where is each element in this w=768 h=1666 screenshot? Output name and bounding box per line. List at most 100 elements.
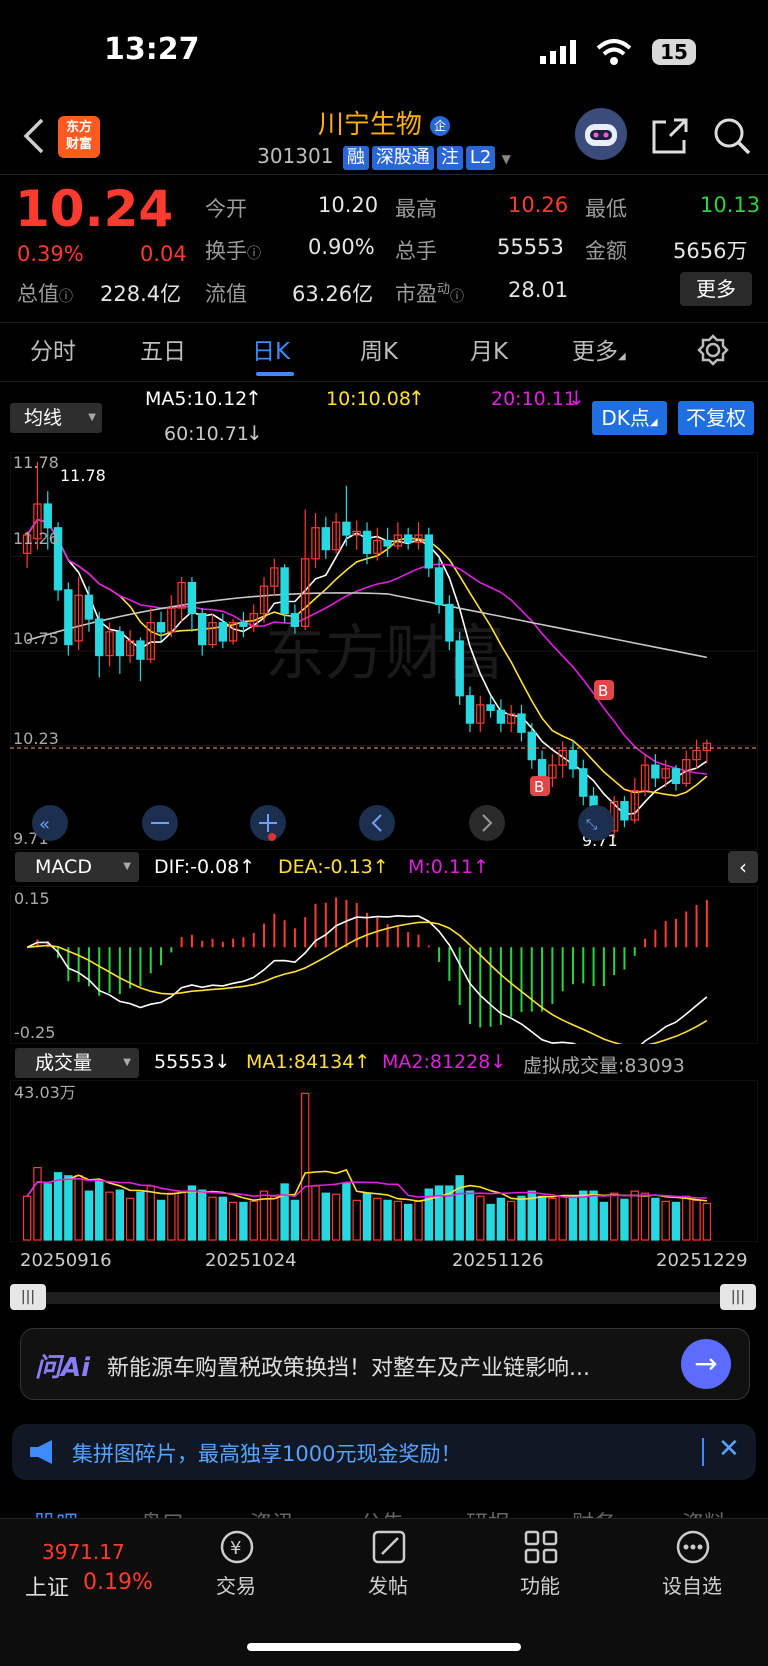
macd-select[interactable]: MACD ▼ — [15, 852, 139, 882]
range-slider-track[interactable] — [24, 1292, 736, 1304]
tab-monthly-k[interactable]: 月K — [470, 332, 508, 366]
b-marker[interactable]: B — [530, 776, 550, 796]
post-icon[interactable] — [370, 1528, 408, 1570]
more-dots-icon[interactable] — [674, 1528, 712, 1570]
nav-post[interactable]: 发帖 — [338, 1570, 438, 1599]
kline-chart[interactable]: 东方财富 11.78 11.26 10.75 10.23 9.71 11.78 … — [10, 452, 758, 850]
fast-back-icon[interactable]: « — [32, 805, 68, 841]
assistant-avatar[interactable] — [575, 108, 627, 160]
tab-weekly-k[interactable]: 周K — [360, 332, 398, 366]
tab-more[interactable]: 更多◢ — [572, 332, 626, 366]
functions-icon[interactable] — [522, 1528, 560, 1570]
volume-bar — [84, 1190, 94, 1241]
dropdown-arrow-icon: ▼ — [123, 861, 131, 872]
status-time: 13:27 — [104, 32, 200, 67]
dk-point-button[interactable]: DK点◢ — [592, 401, 667, 435]
volume-bar — [43, 1183, 52, 1241]
float-value: 63.26亿 — [292, 282, 374, 306]
volume-bar — [342, 1182, 351, 1241]
volume-bar — [187, 1185, 197, 1241]
turnover-label: 换手ⓘ — [205, 239, 261, 263]
change-percent: 0.39% — [17, 242, 84, 266]
ma-select[interactable]: 均线 ▼ — [10, 403, 102, 433]
nav-trade[interactable]: 交易 — [186, 1570, 286, 1599]
scroll-right-icon[interactable] — [469, 805, 505, 841]
low-value: 10.13 — [700, 193, 761, 217]
arrow-up-icon: ↑ — [408, 386, 425, 410]
date-label: 20251126 — [452, 1250, 544, 1271]
settings-icon[interactable] — [697, 334, 729, 370]
stock-code: 301301 — [257, 144, 334, 168]
candle-body — [671, 768, 681, 784]
signal-icon — [540, 40, 582, 68]
info-icon: ⓘ — [247, 246, 261, 262]
promo-divider — [702, 1438, 704, 1466]
candle-body — [517, 713, 526, 733]
tag-connect: 深股通 — [371, 146, 434, 170]
tab-daily-k[interactable]: 日K — [252, 332, 290, 366]
macd-chart[interactable]: 0.15 -0.25 — [10, 886, 758, 1044]
home-indicator — [247, 1643, 521, 1651]
search-icon[interactable] — [712, 116, 752, 160]
svg-text:¥: ¥ — [230, 1538, 241, 1559]
range-slider-right-handle[interactable]: ||| — [720, 1284, 756, 1310]
volume-bar — [321, 1192, 331, 1241]
arrow-right-icon[interactable]: → — [681, 1339, 731, 1389]
index-name[interactable]: 上证 — [25, 1570, 69, 1602]
candle-body — [434, 567, 444, 606]
low-label: 最低 — [585, 197, 627, 221]
collapse-icon[interactable]: ‹ — [728, 851, 758, 883]
candle-body — [651, 764, 660, 779]
tag-margin: 融 — [342, 146, 369, 170]
index-value[interactable]: 3971.17 — [42, 1540, 125, 1564]
volume-bar — [465, 1190, 475, 1241]
nav-add-watchlist[interactable]: 设自选 — [642, 1570, 742, 1599]
volume-max-label: 43.03万 — [14, 1083, 76, 1102]
amount-value: 5656万 — [673, 239, 748, 263]
ma5-legend: MA5:10.12 — [145, 388, 248, 410]
change-value: 0.04 — [140, 242, 187, 266]
nav-functions[interactable]: 功能 — [490, 1570, 590, 1599]
volume-bar — [156, 1199, 166, 1241]
candle-body — [486, 704, 495, 711]
corner-arrow-icon: ◢ — [618, 351, 626, 362]
no-adjust-button[interactable]: 不复权 — [678, 401, 754, 435]
tab-intraday[interactable]: 分时 — [30, 332, 76, 366]
close-icon[interactable]: ✕ — [718, 1434, 740, 1464]
candle-body — [403, 534, 413, 543]
candle-body — [383, 539, 392, 547]
volume-chart[interactable]: 43.03万 — [10, 1080, 758, 1242]
ai-banner[interactable]: 问Ai 新能源车购置税政策换挡！对整车及产业链影响... → — [20, 1328, 750, 1400]
candle-body — [218, 622, 228, 642]
ai-brand: 问Ai — [35, 1353, 91, 1383]
current-price: 10.24 — [15, 180, 174, 238]
date-label: 20251024 — [205, 1250, 297, 1271]
volume-bar — [486, 1203, 495, 1241]
tab-active-indicator — [256, 372, 294, 376]
battery-icon: 15 — [652, 39, 696, 65]
volume-bar — [568, 1195, 578, 1241]
zoom-in-icon[interactable] — [250, 805, 286, 841]
float-label: 流值 — [205, 282, 247, 306]
more-button[interactable]: 更多 — [680, 272, 752, 306]
volume-select[interactable]: 成交量 ▼ — [15, 1048, 139, 1078]
candle-body — [342, 521, 351, 536]
volume-virtual: 虚拟成交量:83093 — [523, 1055, 685, 1077]
volume-bar — [64, 1175, 73, 1241]
promo-banner[interactable]: 集拼图碎片，最高独享1000元现金奖励！ ✕ — [12, 1424, 756, 1480]
date-label: 20251229 — [656, 1250, 748, 1271]
volume-bar — [115, 1189, 125, 1241]
b-marker[interactable]: B — [594, 680, 614, 700]
scroll-left-icon[interactable] — [359, 805, 395, 841]
share-icon[interactable] — [650, 116, 690, 160]
candle-body — [187, 581, 197, 615]
zoom-out-icon[interactable] — [142, 805, 178, 841]
macd-dea: DEA:-0.13↑ — [278, 856, 389, 878]
volume-bar — [290, 1199, 300, 1241]
tab-five-day[interactable]: 五日 — [140, 332, 186, 366]
index-change[interactable]: 0.19% — [83, 1570, 153, 1595]
trade-icon[interactable]: ¥ — [218, 1528, 256, 1570]
range-slider-left-handle[interactable]: ||| — [10, 1284, 46, 1310]
fullscreen-icon[interactable]: ⤡ — [578, 805, 614, 841]
volume-bar — [198, 1189, 207, 1241]
